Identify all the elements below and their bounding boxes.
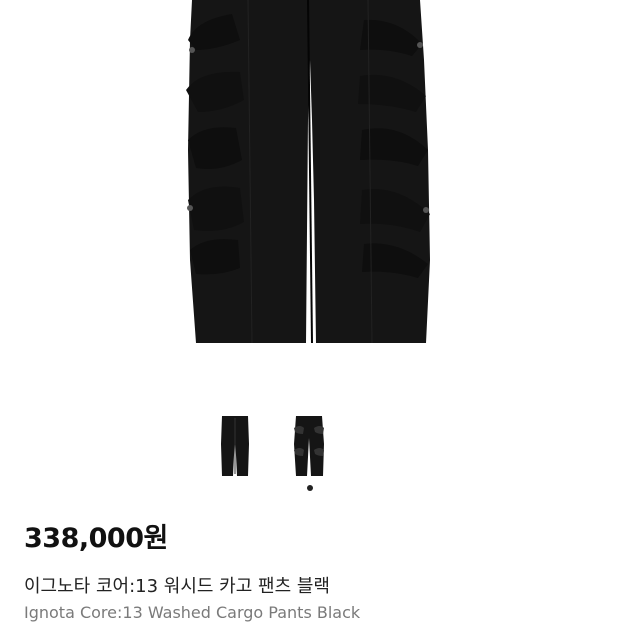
active-indicator-dot bbox=[307, 485, 313, 491]
thumbnail-front[interactable] bbox=[218, 414, 252, 478]
thumbnail-strip bbox=[0, 414, 620, 484]
product-price: 338,000원 bbox=[24, 523, 168, 554]
thumbnail-side[interactable] bbox=[292, 414, 326, 478]
product-name-english: Ignota Core:13 Washed Cargo Pants Black bbox=[24, 603, 361, 622]
product-name-korean: 이그노타 코어:13 워시드 카고 팬츠 블랙 bbox=[24, 576, 330, 597]
main-product-image[interactable] bbox=[0, 0, 620, 390]
cargo-pants-illustration bbox=[186, 0, 430, 344]
